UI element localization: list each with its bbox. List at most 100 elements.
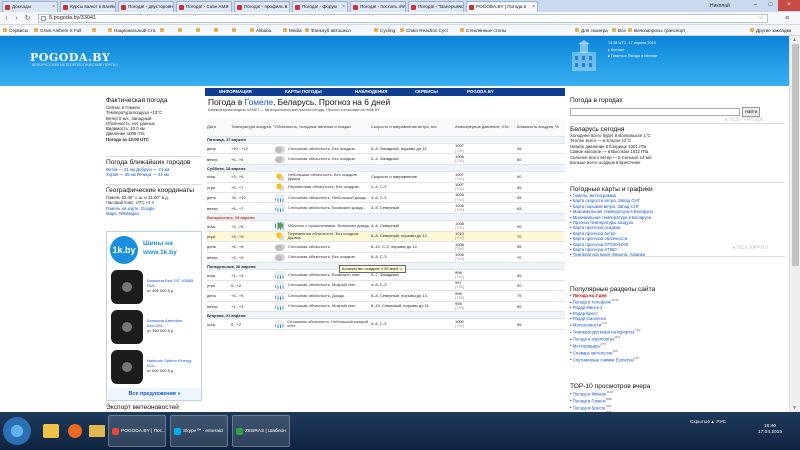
browser-tab[interactable]: Погода! - послать отв × — [350, 1, 406, 12]
rain-icon[interactable] — [275, 320, 285, 329]
browser-tab[interactable]: Доклады × — [2, 1, 58, 12]
window-close-icon[interactable]: × — [778, 0, 800, 11]
close-icon[interactable]: × — [342, 2, 345, 12]
start-icon[interactable] — [3, 417, 31, 445]
ad-item[interactable]: Hankook Optimo Kinergy Eco... от 600 000 … — [147, 358, 199, 373]
scroll-up-icon[interactable]: ▲ — [792, 37, 797, 43]
back-icon[interactable]: ‹ — [2, 14, 11, 23]
row-wind: 4–6, Северный — [371, 220, 455, 232]
sidebar-link[interactable]: Погода в телефоне24516 — [570, 298, 785, 305]
rain-icon[interactable] — [275, 302, 285, 311]
media-icon[interactable] — [64, 415, 86, 447]
bookmark-item[interactable]: Стеклянные столы — [460, 25, 506, 35]
explorer-icon[interactable] — [40, 415, 62, 447]
bookmark-item[interactable]: Все — [612, 25, 626, 35]
bookmark-item[interactable]: Для сканера — [575, 25, 608, 35]
sun-icon[interactable] — [275, 232, 285, 241]
rain-icon[interactable] — [275, 271, 285, 280]
bookmark-item[interactable]: Cycling — [374, 25, 395, 35]
nav-observations[interactable]: НАБЛЮДЕНИЯ — [355, 88, 387, 96]
city-link[interactable]: Гомеле — [245, 97, 273, 107]
nav-pogoda[interactable]: POGODA.BY — [467, 88, 494, 96]
maximize-icon[interactable]: □ — [763, 0, 778, 11]
browser-tab[interactable]: Погода! - форум × — [292, 1, 348, 12]
taskbar-window-3[interactable]: ZEBRAS | Шаблон — [232, 415, 290, 447]
nearest-cities-line[interactable]: Хорвя — 35 км Речица — 41 км — [106, 172, 202, 177]
star-icon[interactable]: ☆ — [759, 15, 764, 22]
system-tray[interactable]: Скрытые ▴ РУС — [690, 420, 726, 425]
close-icon[interactable]: × — [532, 2, 535, 12]
nav-services[interactable]: СЕРВИСЫ — [415, 88, 438, 96]
bookmark-item[interactable]: Сервисы — [3, 25, 28, 35]
menu-icon[interactable]: ≡ — [785, 14, 789, 23]
close-icon[interactable]: × — [168, 2, 171, 12]
cloud-icon[interactable] — [275, 144, 285, 153]
cloud-icon[interactable] — [275, 253, 285, 262]
close-icon[interactable]: × — [400, 2, 403, 12]
close-icon[interactable]: × — [52, 2, 55, 12]
rain-icon[interactable] — [275, 281, 285, 290]
rain-icon[interactable] — [275, 291, 285, 300]
nav-information[interactable]: ИНФОРМАЦИЯ — [219, 88, 252, 96]
tyre-image[interactable] — [111, 310, 143, 344]
close-icon[interactable]: × — [284, 2, 287, 12]
sidebar-link[interactable]: Словарь метеослов1307 — [570, 349, 785, 356]
sun-icon[interactable] — [275, 172, 285, 181]
all-maps-link[interactable]: ▸ ВСЕ КАРТЫ — [733, 245, 768, 251]
ad-item[interactable]: Белшина Artmotion Бел-254... от 390 000 б… — [147, 318, 199, 333]
browser-tab[interactable]: Погода! - "Валерьянск × — [408, 1, 464, 12]
nav-weather-maps[interactable]: КАРТЫ ПОГОДЫ — [285, 88, 322, 96]
minimize-icon[interactable]: – — [748, 0, 763, 11]
bookmark-item[interactable]: Фанклуб автошкол — [305, 25, 351, 35]
header-city-link[interactable]: ▸ Гомель ▸ Погода в Минске — [608, 53, 657, 60]
bookmark-item[interactable]: Grant Anthem X Full — [34, 25, 81, 35]
sidebar-link[interactable]: Погода в Гомеле8689 — [570, 397, 785, 404]
taskbar-window-skype[interactable]: Skype™ - emeraid — [170, 415, 228, 447]
sidebar-link[interactable]: Метеоновости2772 — [570, 321, 785, 328]
find-button[interactable]: Найти — [742, 107, 760, 117]
bookmark-item[interactable]: Alibaba — [250, 25, 271, 35]
cloud-icon[interactable] — [275, 242, 285, 251]
sidebar-link[interactable]: Погода в Минске16220 — [570, 390, 785, 397]
sidebar-link[interactable]: Погода в Бресте7964 — [570, 404, 785, 411]
browser-tab[interactable]: Погода! - двусторонн × — [118, 1, 174, 12]
cloud-icon[interactable] — [275, 155, 285, 164]
sidebar-link[interactable]: Спутниковые снимки Eumetsat1327 — [570, 356, 785, 363]
scroll-down-icon[interactable]: ▼ — [792, 405, 797, 411]
sidebar-link[interactable]: Погода в аэропортах1904 — [570, 335, 785, 342]
taskbar-window-browser[interactable]: POGODA.BY | Пог... — [108, 415, 166, 447]
browser-tab[interactable]: Погода! - Cube AMS × — [176, 1, 232, 12]
scroll-thumb[interactable] — [792, 44, 799, 266]
bookmark-item[interactable]: Media — [283, 25, 302, 35]
sun-icon[interactable] — [275, 183, 285, 192]
tyre-image[interactable] — [111, 270, 143, 304]
all-offers-link[interactable]: Все предложения » — [108, 388, 201, 400]
geo-map-links-2[interactable]: Maps, WikiMapia — [106, 211, 202, 216]
ad-item[interactable]: Белшина Бел-247 165/65 R15... от 405 000 … — [147, 278, 199, 293]
page-scrollbar[interactable]: ▲ ▼ — [789, 36, 800, 412]
address-bar[interactable]: 6.pogoda.by/33041 ☆ — [38, 14, 768, 23]
browser-tab[interactable]: Курсы валют в Бангкок × — [60, 1, 116, 12]
close-icon[interactable]: × — [458, 2, 461, 12]
close-icon[interactable]: × — [110, 2, 113, 12]
storm-icon[interactable] — [275, 222, 285, 231]
rain-icon[interactable] — [275, 193, 285, 202]
forward-icon[interactable]: › — [12, 14, 21, 23]
sidebar-link[interactable]: Метеорадары4774 — [570, 342, 785, 349]
taskbar-clock[interactable]: 16:40 17.04.2015 — [758, 424, 782, 436]
tyre-image[interactable] — [111, 350, 143, 384]
bookmark-item[interactable]: Другие закладки — [750, 25, 791, 35]
close-icon[interactable]: × — [226, 2, 229, 12]
rain-icon[interactable] — [275, 204, 285, 213]
bookmark-item[interactable]: Chain Reaction Cycl — [400, 25, 448, 35]
browser-tab[interactable]: Погода! - профиль в × — [234, 1, 290, 12]
folder-icon[interactable] — [86, 415, 108, 447]
profile-name[interactable]: Николай — [710, 1, 730, 11]
sidebar-link[interactable]: Температура моря на курортах7412 — [570, 328, 785, 335]
reload-icon[interactable]: ↻ — [23, 14, 32, 23]
bookmark-item[interactable]: Велозапросы транспорт — [628, 25, 685, 35]
browser-tab[interactable]: POGODA.BY | Погода в × — [466, 1, 538, 12]
city-search-input[interactable] — [570, 108, 740, 116]
tyre-ad[interactable]: 1k.by Шины на www.1k.by Белшина Бел-247 … — [106, 231, 202, 401]
bookmark-item[interactable]: Национальный Ста — [108, 25, 155, 35]
